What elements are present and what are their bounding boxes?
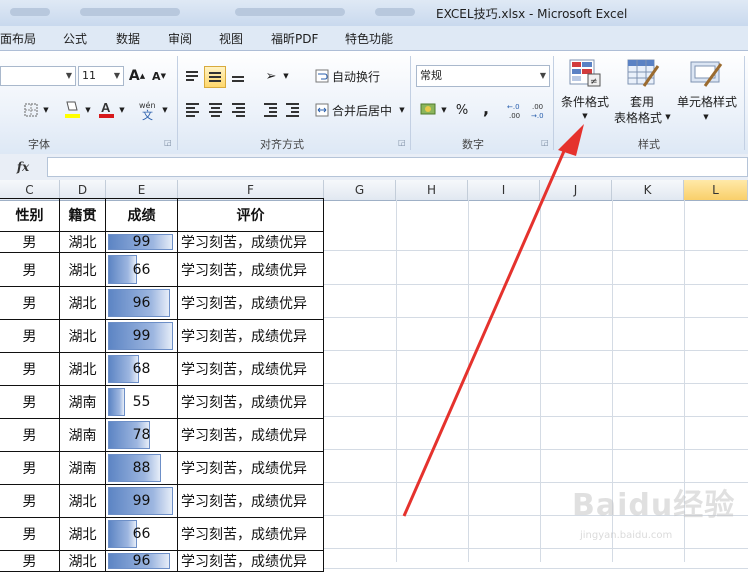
arrow-head <box>558 124 584 156</box>
baidu-watermark: Baidu经验 jingyan.baidu.com <box>560 480 740 550</box>
arrow-shaft <box>402 141 570 517</box>
score-value: 66 <box>132 261 151 278</box>
score-value: 96 <box>132 553 151 569</box>
score-value: 66 <box>132 526 151 542</box>
grid-line <box>324 568 748 569</box>
score-value: 96 <box>132 295 151 311</box>
score-value: 99 <box>132 493 151 509</box>
watermark-url: jingyan.baidu.com <box>580 530 673 541</box>
score-value: 78 <box>132 427 151 443</box>
score-value: 99 <box>132 234 151 250</box>
score-value: 88 <box>132 460 151 476</box>
watermark-logo: Baidu经验 <box>572 488 736 523</box>
score-value: 55 <box>132 394 151 410</box>
score-value: 99 <box>132 328 151 344</box>
score-value: 68 <box>132 361 151 377</box>
annotation-arrow <box>402 124 584 517</box>
